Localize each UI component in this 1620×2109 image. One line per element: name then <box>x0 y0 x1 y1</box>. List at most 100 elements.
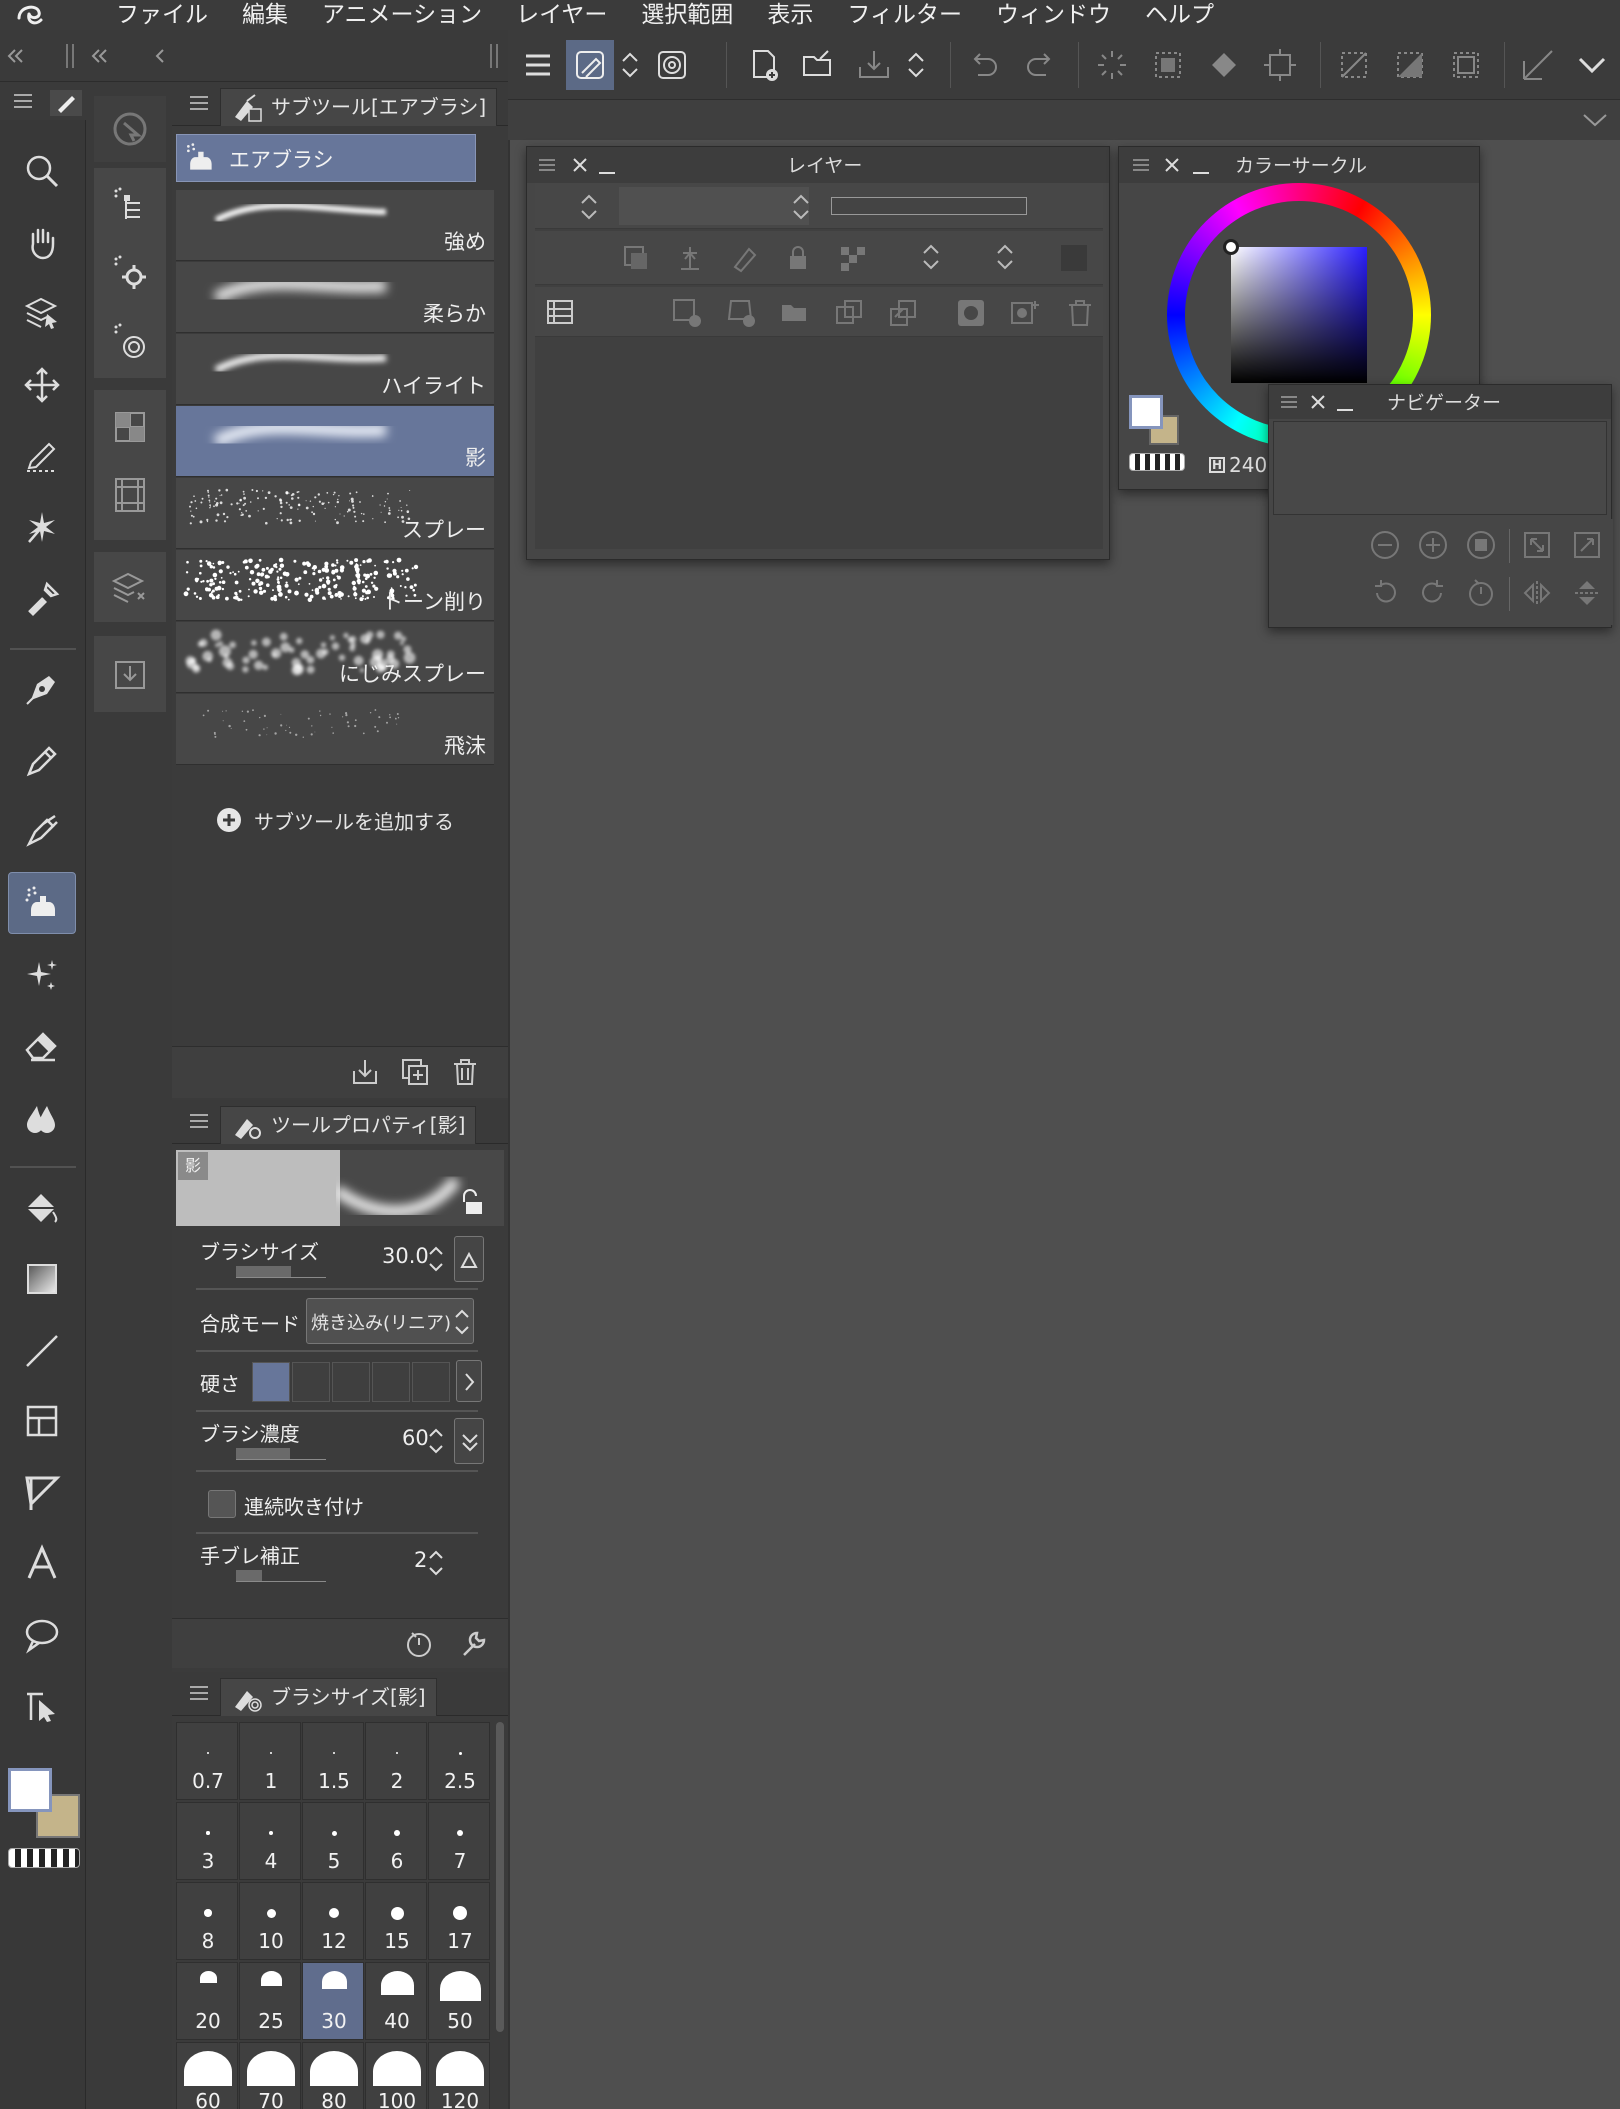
brush-size-cell[interactable]: 7 <box>428 1802 490 1880</box>
balloon-icon[interactable] <box>8 1604 76 1666</box>
pen-icon[interactable] <box>8 658 76 720</box>
brush-size-cell[interactable]: 3 <box>176 1802 238 1880</box>
brush-size-cell[interactable]: 8 <box>176 1882 238 1960</box>
open-folder-icon[interactable] <box>794 40 842 90</box>
frame-icon[interactable] <box>8 1390 76 1452</box>
wrench-icon[interactable] <box>458 1629 488 1659</box>
brush-size-cell[interactable]: 6 <box>365 1802 427 1880</box>
brush-size-cell[interactable]: 60 <box>176 2042 238 2109</box>
brush-size-tab[interactable]: ブラシサイズ[影] <box>220 1678 437 1716</box>
spinner-icon[interactable] <box>428 1548 444 1578</box>
close-icon[interactable] <box>1163 156 1181 174</box>
menu-icon[interactable] <box>190 1114 208 1128</box>
density-expand-button[interactable] <box>454 1418 484 1464</box>
brush-size-cell[interactable]: 120 <box>428 2042 490 2109</box>
trash-icon[interactable] <box>1065 297 1095 329</box>
hamburger-menu-icon[interactable] <box>514 40 562 90</box>
layer-property-icon[interactable] <box>94 394 166 460</box>
collapse-left-icon[interactable] <box>6 46 26 66</box>
hand-icon[interactable] <box>8 212 76 274</box>
chevron-left-icon[interactable] <box>150 46 170 66</box>
redo-icon[interactable] <box>1016 40 1064 90</box>
subtool-item-splash[interactable]: 飛沫 <box>176 694 494 765</box>
pen-tab-icon[interactable] <box>50 90 82 116</box>
merge-down-icon[interactable] <box>887 297 919 329</box>
quick-access-icon[interactable] <box>94 96 166 162</box>
opacity-spinner[interactable] <box>579 189 599 225</box>
collapse-left-icon[interactable] <box>90 46 110 66</box>
decoration-icon[interactable] <box>8 944 76 1006</box>
brush-size-cell[interactable]: 2.5 <box>428 1722 490 1800</box>
menu-icon[interactable] <box>14 94 32 108</box>
subtool-item-strong[interactable]: 強め <box>176 190 494 261</box>
flip-horizontal-icon[interactable] <box>1521 577 1553 609</box>
close-icon[interactable] <box>571 156 589 174</box>
brush-size-cell[interactable]: 4 <box>239 1802 301 1880</box>
opacity-slider[interactable] <box>831 197 1027 215</box>
transparent-color-swatch[interactable] <box>8 1848 80 1868</box>
brush-size-cell[interactable]: 80 <box>302 2042 364 2109</box>
main-color-swatch[interactable] <box>1129 395 1163 429</box>
menu-item-6[interactable]: フィルター <box>847 0 962 30</box>
hardness-cell[interactable] <box>412 1362 450 1402</box>
new-folder-icon[interactable] <box>779 297 811 329</box>
deselect-icon[interactable] <box>1330 40 1378 90</box>
reset-icon[interactable] <box>404 1629 434 1659</box>
mask-outside-icon[interactable] <box>1009 297 1041 329</box>
material-icon[interactable] <box>94 636 166 712</box>
pressure-button[interactable] <box>454 1236 484 1282</box>
menu-item-7[interactable]: ウィンドウ <box>996 0 1111 30</box>
spinner-icon[interactable] <box>428 1426 444 1456</box>
auto-select-icon[interactable] <box>8 496 76 558</box>
layer-mask-icon[interactable] <box>955 297 987 329</box>
draft-layer-icon[interactable] <box>729 243 759 273</box>
minimize-icon[interactable] <box>1337 409 1353 411</box>
fit-navigator-icon[interactable] <box>1571 529 1603 561</box>
zoom-icon[interactable] <box>8 140 76 202</box>
stabilization-value[interactable]: 2 <box>414 1548 427 1572</box>
menu-item-5[interactable]: 表示 <box>767 0 813 30</box>
brush-size-value[interactable]: 30.0 <box>382 1244 429 1268</box>
fill-bucket-icon[interactable] <box>8 1176 76 1238</box>
brush-icon[interactable] <box>8 800 76 862</box>
subtool-group-header[interactable]: エアブラシ <box>176 134 476 182</box>
hardness-cell[interactable] <box>292 1362 330 1402</box>
eyedropper-icon[interactable] <box>8 568 76 630</box>
hardness-selector[interactable] <box>252 1362 450 1402</box>
undo-icon[interactable] <box>960 40 1008 90</box>
fit-screen-icon[interactable] <box>1521 529 1553 561</box>
brush-size-scrollbar[interactable] <box>496 1722 504 2032</box>
brush-size-cell[interactable]: 0.7 <box>176 1722 238 1800</box>
lock-icon[interactable] <box>783 243 813 273</box>
rotate-right-icon[interactable] <box>1417 577 1449 609</box>
updown-arrow-icon[interactable] <box>902 40 930 90</box>
rotate-left-icon[interactable] <box>1369 577 1401 609</box>
updown-arrow-icon[interactable] <box>616 40 644 90</box>
brush-size-slider[interactable] <box>236 1266 326 1278</box>
brush-size-cell[interactable]: 50 <box>428 1962 490 2040</box>
close-icon[interactable] <box>1309 393 1327 411</box>
chevron-down-icon[interactable] <box>1580 110 1610 130</box>
blend-icon[interactable] <box>8 1086 76 1148</box>
reset-rotation-icon[interactable] <box>1465 577 1497 609</box>
brush-size-cell[interactable]: 70 <box>239 2042 301 2109</box>
fill-icon[interactable] <box>1200 40 1248 90</box>
chevron-down-icon[interactable] <box>1568 40 1616 90</box>
density-value[interactable]: 60 <box>402 1426 429 1450</box>
layer-search-icon[interactable] <box>94 552 166 622</box>
lock-open-icon[interactable] <box>458 1188 486 1218</box>
airbrush-icon[interactable] <box>8 872 76 934</box>
lock-transparency-icon[interactable] <box>837 243 867 273</box>
ruler-icon[interactable] <box>1514 40 1562 90</box>
spiral-icon[interactable] <box>648 40 696 90</box>
subtool-item-highlight[interactable]: ハイライト <box>176 334 494 405</box>
updown-arrow-icon[interactable] <box>921 237 941 277</box>
brush-size-cell[interactable]: 12 <box>302 1882 364 1960</box>
blend-mode-select[interactable]: 焼き込み(リニア) <box>306 1298 474 1344</box>
navigator-preview[interactable] <box>1273 421 1607 515</box>
tool-property-tab[interactable]: ツールプロパティ[影] <box>220 1106 477 1144</box>
layer-color-swatch[interactable] <box>1061 245 1087 271</box>
menu-item-0[interactable]: ファイル <box>116 0 208 30</box>
dock-grip[interactable] <box>66 44 74 68</box>
saturation-value-square[interactable] <box>1231 247 1367 383</box>
